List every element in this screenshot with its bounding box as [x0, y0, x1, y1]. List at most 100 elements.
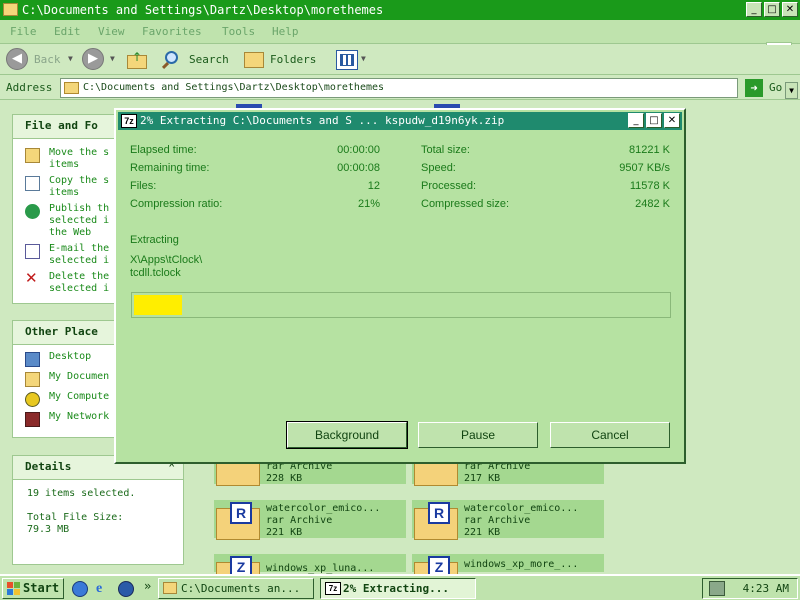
file-item[interactable]: R watercolor_emico... rar Archive 221 KB [214, 500, 406, 540]
current-path: X\Apps\tClock\ [130, 254, 203, 266]
details-count: 19 items selected. [27, 488, 136, 499]
start-label: Start [23, 581, 60, 595]
back-button[interactable]: Back [34, 53, 61, 66]
desktop-icon [25, 352, 40, 367]
internet-explorer-icon[interactable]: e [96, 581, 112, 597]
details-size-label: Total File Size: [27, 512, 124, 523]
file-name: windows_xp_more_... [464, 559, 579, 570]
remaining-time-label: Remaining time: [130, 162, 210, 174]
rar-letter: R [428, 502, 450, 524]
forward-arrow-icon[interactable]: ▶ [82, 48, 104, 70]
status-text: Extracting [130, 234, 179, 246]
file-item[interactable]: R watercolor_emico... rar Archive 221 KB [412, 500, 604, 540]
views-dropdown-icon[interactable]: ▼ [361, 54, 366, 63]
place-my-documents-label: My Documen [49, 371, 110, 382]
files-value: 12 [367, 180, 380, 192]
file-item[interactable]: Z windows_xp_luna... [214, 554, 406, 574]
progress-bar [131, 292, 671, 318]
dialog-title-bar[interactable]: 7z 2% Extracting C:\Documents and S ... … [118, 112, 682, 130]
speed-label: Speed: [421, 162, 456, 174]
file-name: watercolor_emico... [266, 503, 381, 514]
taskbar-explorer-button[interactable]: C:\Documents an... [158, 578, 314, 599]
address-label: Address [6, 81, 53, 94]
dialog-maximize-button[interactable]: □ [646, 113, 662, 128]
address-value: C:\Documents and Settings\Dartz\Desktop\… [83, 82, 385, 93]
forward-dropdown-icon[interactable]: ▼ [110, 54, 115, 63]
quick-launch-chevron-icon[interactable]: » [144, 579, 151, 593]
folders-icon[interactable] [244, 52, 264, 68]
dialog-minimize-button[interactable]: _ [628, 113, 644, 128]
menu-favorites[interactable]: Favorites [142, 25, 202, 38]
my-network-icon [25, 412, 40, 427]
clock[interactable]: 4:23 AM [743, 582, 789, 595]
back-arrow-icon[interactable]: ◀ [6, 48, 28, 70]
close-button[interactable]: ✕ [782, 2, 798, 17]
dialog-title: 2% Extracting C:\Documents and S ... ksp… [140, 114, 505, 127]
address-bar: Address C:\Documents and Settings\Dartz\… [0, 76, 800, 100]
file-size: 228 KB [266, 473, 303, 484]
back-dropdown-icon[interactable]: ▼ [68, 54, 73, 63]
elapsed-time-label: Elapsed time: [130, 144, 197, 156]
details-header-label: Details [25, 460, 72, 473]
menu-edit[interactable]: Edit [54, 25, 81, 38]
menu-help[interactable]: Help [272, 25, 299, 38]
background-button[interactable]: Background [286, 421, 408, 449]
my-documents-icon [25, 372, 40, 387]
menu-bar: File Edit View Favorites Tools Help [0, 20, 800, 62]
search-icon[interactable] [161, 50, 182, 70]
publish-icon [25, 204, 40, 219]
processed-value: 11578 K [629, 180, 670, 192]
zip-letter: Z [230, 556, 252, 574]
folder-icon [64, 82, 79, 94]
rar-archive-icon: R [216, 502, 262, 540]
total-size-value: 81221 K [629, 144, 670, 156]
move-icon [25, 148, 40, 163]
place-my-computer-label: My Compute [49, 391, 110, 402]
file-name: watercolor_emico... [464, 503, 579, 514]
folder-icon [3, 3, 18, 16]
compression-ratio-value: 21% [357, 198, 380, 210]
menu-tools[interactable]: Tools [222, 25, 255, 38]
windows-logo-icon [7, 582, 20, 595]
zip-archive-icon: Z [414, 556, 460, 574]
file-item[interactable]: Z windows_xp_more_... [412, 554, 604, 574]
address-field[interactable]: C:\Documents and Settings\Dartz\Desktop\… [60, 78, 798, 99]
extract-dialog: 7z 2% Extracting C:\Documents and S ... … [114, 108, 686, 464]
network-tray-icon[interactable] [709, 581, 725, 596]
menu-file[interactable]: File [10, 25, 37, 38]
remaining-time-value: 00:00:08 [337, 162, 380, 174]
go-label: Go [769, 81, 783, 94]
up-folder-icon[interactable]: ↑ [126, 50, 148, 70]
7zip-icon: 7z [325, 582, 341, 595]
details-size-value: 79.3 MB [27, 524, 70, 535]
pause-button[interactable]: Pause [418, 422, 538, 448]
file-type: rar Archive [464, 515, 531, 526]
cancel-button[interactable]: Cancel [550, 422, 670, 448]
copy-icon [25, 176, 40, 191]
total-size-label: Total size: [421, 144, 470, 156]
views-icon[interactable] [336, 50, 358, 70]
zip-letter: Z [428, 556, 450, 574]
processed-label: Processed: [421, 180, 477, 192]
dialog-close-button[interactable]: ✕ [664, 113, 680, 128]
show-desktop-icon[interactable] [72, 581, 88, 597]
folders-button[interactable]: Folders [270, 53, 316, 66]
file-size: 217 KB [464, 473, 501, 484]
window-title: C:\Documents and Settings\Dartz\Desktop\… [22, 3, 384, 17]
minimize-button[interactable]: _ [746, 2, 762, 17]
taskbar-explorer-label: C:\Documents an... [181, 582, 301, 595]
media-player-icon[interactable] [118, 581, 134, 597]
taskbar-extracting-button[interactable]: 7z 2% Extracting... [320, 578, 476, 599]
search-button[interactable]: Search [189, 53, 229, 66]
rar-letter: R [230, 502, 252, 524]
place-desktop-label: Desktop [49, 351, 92, 362]
menu-view[interactable]: View [98, 25, 125, 38]
maximize-button[interactable]: □ [764, 2, 780, 17]
explorer-title-bar[interactable]: C:\Documents and Settings\Dartz\Desktop\… [0, 0, 800, 20]
go-button[interactable]: ➜ Go [745, 79, 797, 97]
start-button[interactable]: Start [2, 578, 64, 599]
zip-archive-icon: Z [216, 556, 262, 574]
file-type: rar Archive [266, 515, 333, 526]
progress-fill [134, 295, 182, 315]
elapsed-time-value: 00:00:00 [337, 144, 380, 156]
